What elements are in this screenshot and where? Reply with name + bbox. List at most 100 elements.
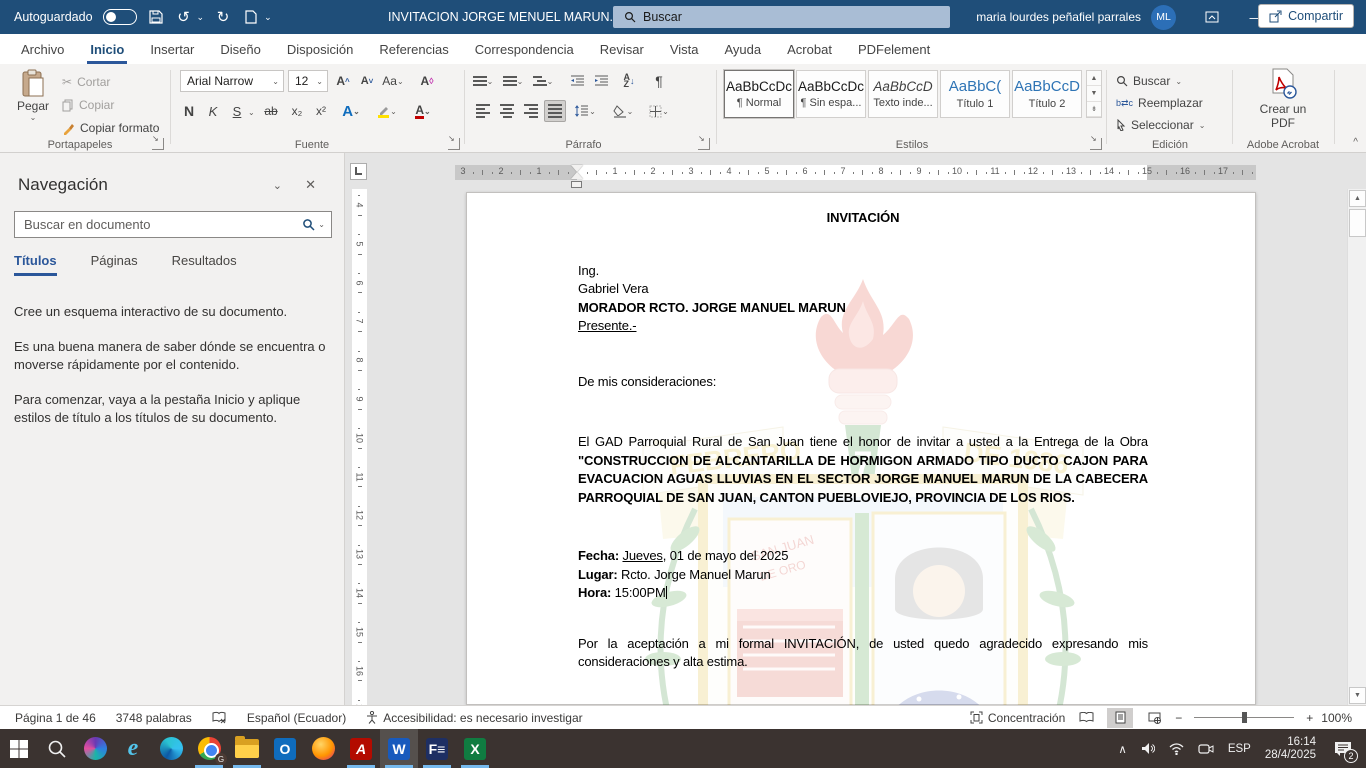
left-indent-marker[interactable]: [571, 181, 582, 188]
taskbar-word-icon[interactable]: W: [380, 729, 418, 768]
undo-caret-icon[interactable]: ⌄: [197, 12, 205, 23]
subscript-button[interactable]: x₂: [286, 100, 308, 122]
tab-correspondencia[interactable]: Correspondencia: [462, 34, 587, 64]
style--sin-espa-[interactable]: AaBbCcDc¶ Sin espa...: [796, 70, 866, 118]
new-doc-icon[interactable]: [242, 8, 260, 26]
taskbar-acrobat-icon[interactable]: A: [342, 729, 380, 768]
format-painter-button[interactable]: Copiar formato: [62, 118, 159, 138]
quick-access-more-icon[interactable]: ⌄: [264, 12, 272, 23]
read-mode-icon[interactable]: [1073, 708, 1099, 728]
accessibility-item[interactable]: Accesibilidad: es necesario investigar: [361, 711, 587, 725]
align-left-icon[interactable]: [472, 100, 494, 122]
nav-tab-resultados[interactable]: Resultados: [172, 253, 237, 276]
document-text[interactable]: INVITACIÓN Ing. Gabriel Vera MORADOR RCT…: [578, 209, 1148, 672]
nav-search-icon[interactable]: [302, 218, 315, 231]
font-dialog-launcher[interactable]: [448, 138, 460, 150]
language-indicator[interactable]: Español (Ecuador): [242, 711, 351, 725]
copy-button[interactable]: Copiar: [62, 95, 114, 115]
decrease-indent-icon[interactable]: [566, 70, 588, 92]
grow-font-button[interactable]: A^: [332, 70, 354, 92]
undo-icon[interactable]: ↺: [175, 8, 193, 26]
print-layout-icon[interactable]: [1107, 708, 1133, 728]
increase-indent-icon[interactable]: [590, 70, 612, 92]
line-spacing-icon[interactable]: ⌄: [574, 100, 596, 122]
search-input[interactable]: Buscar: [613, 6, 950, 28]
taskbar-excel-icon[interactable]: X: [456, 729, 494, 768]
tab-ayuda[interactable]: Ayuda: [711, 34, 774, 64]
vertical-scrollbar[interactable]: ▲ ▼: [1347, 189, 1366, 705]
taskbar-search-icon[interactable]: [38, 729, 76, 768]
vertical-ruler[interactable]: 4567891011121314151617: [352, 189, 367, 705]
redo-icon[interactable]: ↻: [214, 8, 232, 26]
text-effects-button[interactable]: A⌄: [340, 100, 362, 122]
zoom-out-button[interactable]: −: [1175, 711, 1182, 725]
taskbar-explorer-icon[interactable]: [228, 729, 266, 768]
pilcrow-icon[interactable]: ¶: [648, 70, 670, 92]
cut-button[interactable]: ✂Cortar: [62, 72, 110, 92]
numbered-list-icon[interactable]: ⌄: [502, 70, 524, 92]
taskbar-outlook-icon[interactable]: O: [266, 729, 304, 768]
paragraph-dialog-launcher[interactable]: [698, 138, 710, 150]
bold-button[interactable]: N: [178, 100, 200, 122]
align-right-icon[interactable]: [520, 100, 542, 122]
highlight-button[interactable]: ⌄: [376, 100, 398, 122]
tab-archivo[interactable]: Archivo: [8, 34, 77, 64]
tab-disposicion[interactable]: Disposición: [274, 34, 366, 64]
underline-button[interactable]: S: [226, 100, 248, 122]
document-page[interactable]: FEBRERO DE 1986 7 SAN JUAN DE ORO: [466, 192, 1256, 705]
tab-referencias[interactable]: Referencias: [366, 34, 461, 64]
collapse-ribbon-icon[interactable]: ^: [1353, 137, 1358, 148]
document-title[interactable]: INVITACION JORGE MENUEL MARUN... ⌄: [388, 0, 628, 34]
replace-button[interactable]: b⇄cReemplazar: [1116, 93, 1203, 113]
horizontal-ruler[interactable]: 3211234567891011121314151617: [345, 165, 1275, 180]
strikethrough-button[interactable]: ab: [260, 100, 282, 122]
scroll-up-icon[interactable]: ▲: [1349, 190, 1366, 207]
language-switcher[interactable]: ESP: [1228, 743, 1251, 755]
meet-now-icon[interactable]: [1198, 743, 1214, 755]
proofing-icon[interactable]: [207, 711, 232, 724]
scrollbar-thumb[interactable]: [1349, 209, 1366, 237]
nav-search-input[interactable]: Buscar en documento ⌄: [14, 211, 332, 238]
taskbar-start-icon[interactable]: [0, 729, 38, 768]
create-pdf-button[interactable]: Crear un PDF: [1248, 68, 1318, 130]
style--normal[interactable]: AaBbCcDc¶ Normal: [724, 70, 794, 118]
first-line-indent-marker[interactable]: [571, 165, 583, 172]
borders-icon[interactable]: ⌄: [648, 100, 670, 122]
avatar[interactable]: ML: [1151, 5, 1176, 30]
font-name-select[interactable]: Arial Narrow⌄: [180, 70, 284, 92]
zoom-in-button[interactable]: +: [1306, 711, 1313, 725]
save-icon[interactable]: [147, 8, 165, 26]
share-button[interactable]: Compartir: [1258, 4, 1354, 28]
font-size-select[interactable]: 12⌄: [288, 70, 328, 92]
multilevel-list-icon[interactable]: ⌄: [532, 70, 554, 92]
clock[interactable]: 16:1428/4/2025: [1265, 736, 1316, 762]
word-count[interactable]: 3748 palabras: [111, 711, 197, 725]
focus-mode-button[interactable]: Concentración: [970, 711, 1065, 725]
autosave-toggle[interactable]: [103, 9, 137, 25]
taskbar-firefox-icon[interactable]: [304, 729, 342, 768]
nav-search-caret-icon[interactable]: ⌄: [318, 220, 325, 229]
taskbar-copilot-icon[interactable]: [76, 729, 114, 768]
superscript-button[interactable]: x²: [310, 100, 332, 122]
tab-acrobat[interactable]: Acrobat: [774, 34, 845, 64]
tray-chevron-up-icon[interactable]: ∧: [1118, 742, 1126, 756]
style-titulo-2[interactable]: AaBbCcDTítulo 2: [1012, 70, 1082, 118]
justify-icon[interactable]: [544, 100, 566, 122]
tab-diseno[interactable]: Diseño: [207, 34, 273, 64]
taskbar-chrome-icon[interactable]: G: [190, 729, 228, 768]
nav-pane-chevron-down-icon[interactable]: ⌄: [273, 179, 282, 192]
italic-button[interactable]: K: [202, 100, 224, 122]
paste-button[interactable]: Pegar ⌄: [10, 69, 56, 139]
taskbar-ie-icon[interactable]: e: [114, 729, 152, 768]
taskbar-edge-icon[interactable]: [152, 729, 190, 768]
shading-icon[interactable]: ⌄: [612, 100, 634, 122]
zoom-slider[interactable]: [1194, 717, 1294, 718]
tab-revisar[interactable]: Revisar: [587, 34, 657, 64]
web-layout-icon[interactable]: [1141, 708, 1167, 728]
clear-formatting-button[interactable]: A◊: [416, 70, 438, 92]
styles-scrollbar[interactable]: ▲▼⇟: [1086, 70, 1102, 118]
ribbon-display-options-icon[interactable]: [1190, 0, 1234, 34]
nav-tab-titulos[interactable]: Títulos: [14, 253, 57, 276]
wifi-icon[interactable]: [1169, 743, 1184, 755]
zoom-slider-thumb[interactable]: [1242, 712, 1247, 723]
